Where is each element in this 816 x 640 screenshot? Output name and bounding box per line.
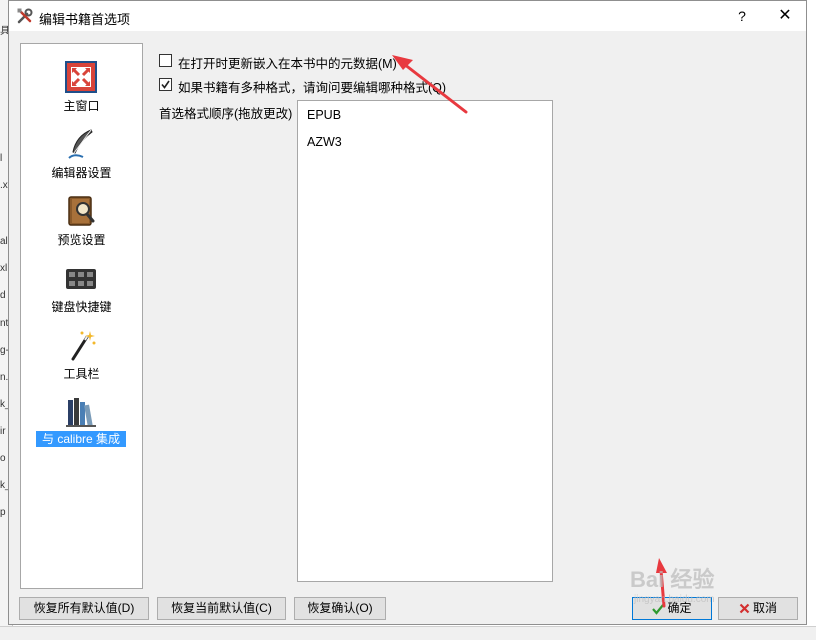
category-preview-settings[interactable]: 预览设置 [21, 193, 142, 255]
category-label: 编辑器设置 [51, 166, 112, 180]
category-label: 工具栏 [63, 367, 100, 381]
bg-fragment: .x [0, 180, 8, 191]
ok-button[interactable]: 确定 [632, 597, 712, 620]
help-button[interactable]: ? [725, 1, 759, 31]
tools-icon [17, 8, 33, 24]
category-calibre-integration[interactable]: 与 calibre 集成 [21, 394, 142, 456]
restore-current-defaults-button[interactable]: 恢复当前默认值(C) [157, 597, 286, 620]
bg-fragment: d [0, 290, 6, 301]
category-list: 主窗口 编辑器设置 预览设置 键盘快捷键 工具栏 与 calibre 集成 [20, 43, 143, 589]
update-metadata-option[interactable]: 在打开时更新嵌入在本书中的元数据(M) [159, 53, 399, 71]
keyboard-icon [66, 269, 96, 289]
category-toolbars[interactable]: 工具栏 [21, 327, 142, 389]
red-x-icon [739, 604, 750, 614]
ok-label: 确定 [667, 601, 692, 615]
category-label: 预览设置 [57, 233, 106, 247]
category-keyboard-shortcuts[interactable]: 键盘快捷键 [21, 260, 142, 322]
checkmark-icon [161, 80, 170, 89]
restore-all-defaults-button[interactable]: 恢复所有默认值(D) [19, 597, 149, 620]
category-editor-settings[interactable]: 编辑器设置 [21, 126, 142, 188]
format-order-label: 首选格式顺序(拖放更改) [159, 107, 293, 121]
category-label: 键盘快捷键 [51, 300, 112, 314]
cancel-button[interactable]: 取消 [718, 597, 798, 620]
bg-fragment: ir [0, 426, 6, 437]
category-main-window[interactable]: 主窗口 [21, 59, 142, 121]
cancel-label: 取消 [752, 601, 777, 615]
green-check-icon [652, 604, 665, 615]
update-metadata-label: 在打开时更新嵌入在本书中的元数据(M) [178, 57, 397, 71]
bg-fragment: p [0, 507, 6, 518]
list-item[interactable]: AZW3 [307, 135, 342, 149]
ask-format-option[interactable]: 如果书籍有多种格式，请询问要编辑哪种格式(Q) [159, 77, 446, 95]
bg-fragment: l [0, 153, 3, 164]
edit-book-preferences-dialog: 编辑书籍首选项 ? ✕ 主窗口 编辑器设置 预览设置 键盘快捷键 工具栏 与 c… [8, 0, 807, 625]
dialog-title: 编辑书籍首选项 [39, 12, 131, 27]
ask-format-checkbox[interactable] [159, 78, 172, 91]
restore-confirmations-button[interactable]: 恢复确认(O) [294, 597, 386, 620]
bg-fragment: xl [0, 263, 8, 274]
format-order-list[interactable]: EPUB AZW3 [297, 100, 553, 582]
category-label: 主窗口 [63, 99, 100, 113]
list-item[interactable]: EPUB [307, 108, 341, 122]
quill-pen-icon [68, 129, 93, 159]
background-app-right-edge [808, 0, 816, 639]
category-label: 与 calibre 集成 [36, 431, 126, 447]
book-magnifier-icon [68, 196, 95, 226]
bg-fragment: al [0, 236, 8, 247]
bookshelf-icon [66, 398, 96, 427]
update-metadata-checkbox[interactable] [159, 54, 172, 67]
ask-format-label: 如果书籍有多种格式，请询问要编辑哪种格式(Q) [178, 81, 447, 95]
background-app-bottom-edge [0, 626, 816, 640]
close-button[interactable]: ✕ [765, 1, 805, 31]
bg-fragment: o [0, 453, 6, 464]
title-bar[interactable]: 编辑书籍首选项 ? ✕ [9, 1, 806, 31]
main-window-icon [65, 61, 97, 93]
magic-wand-icon [71, 331, 96, 361]
